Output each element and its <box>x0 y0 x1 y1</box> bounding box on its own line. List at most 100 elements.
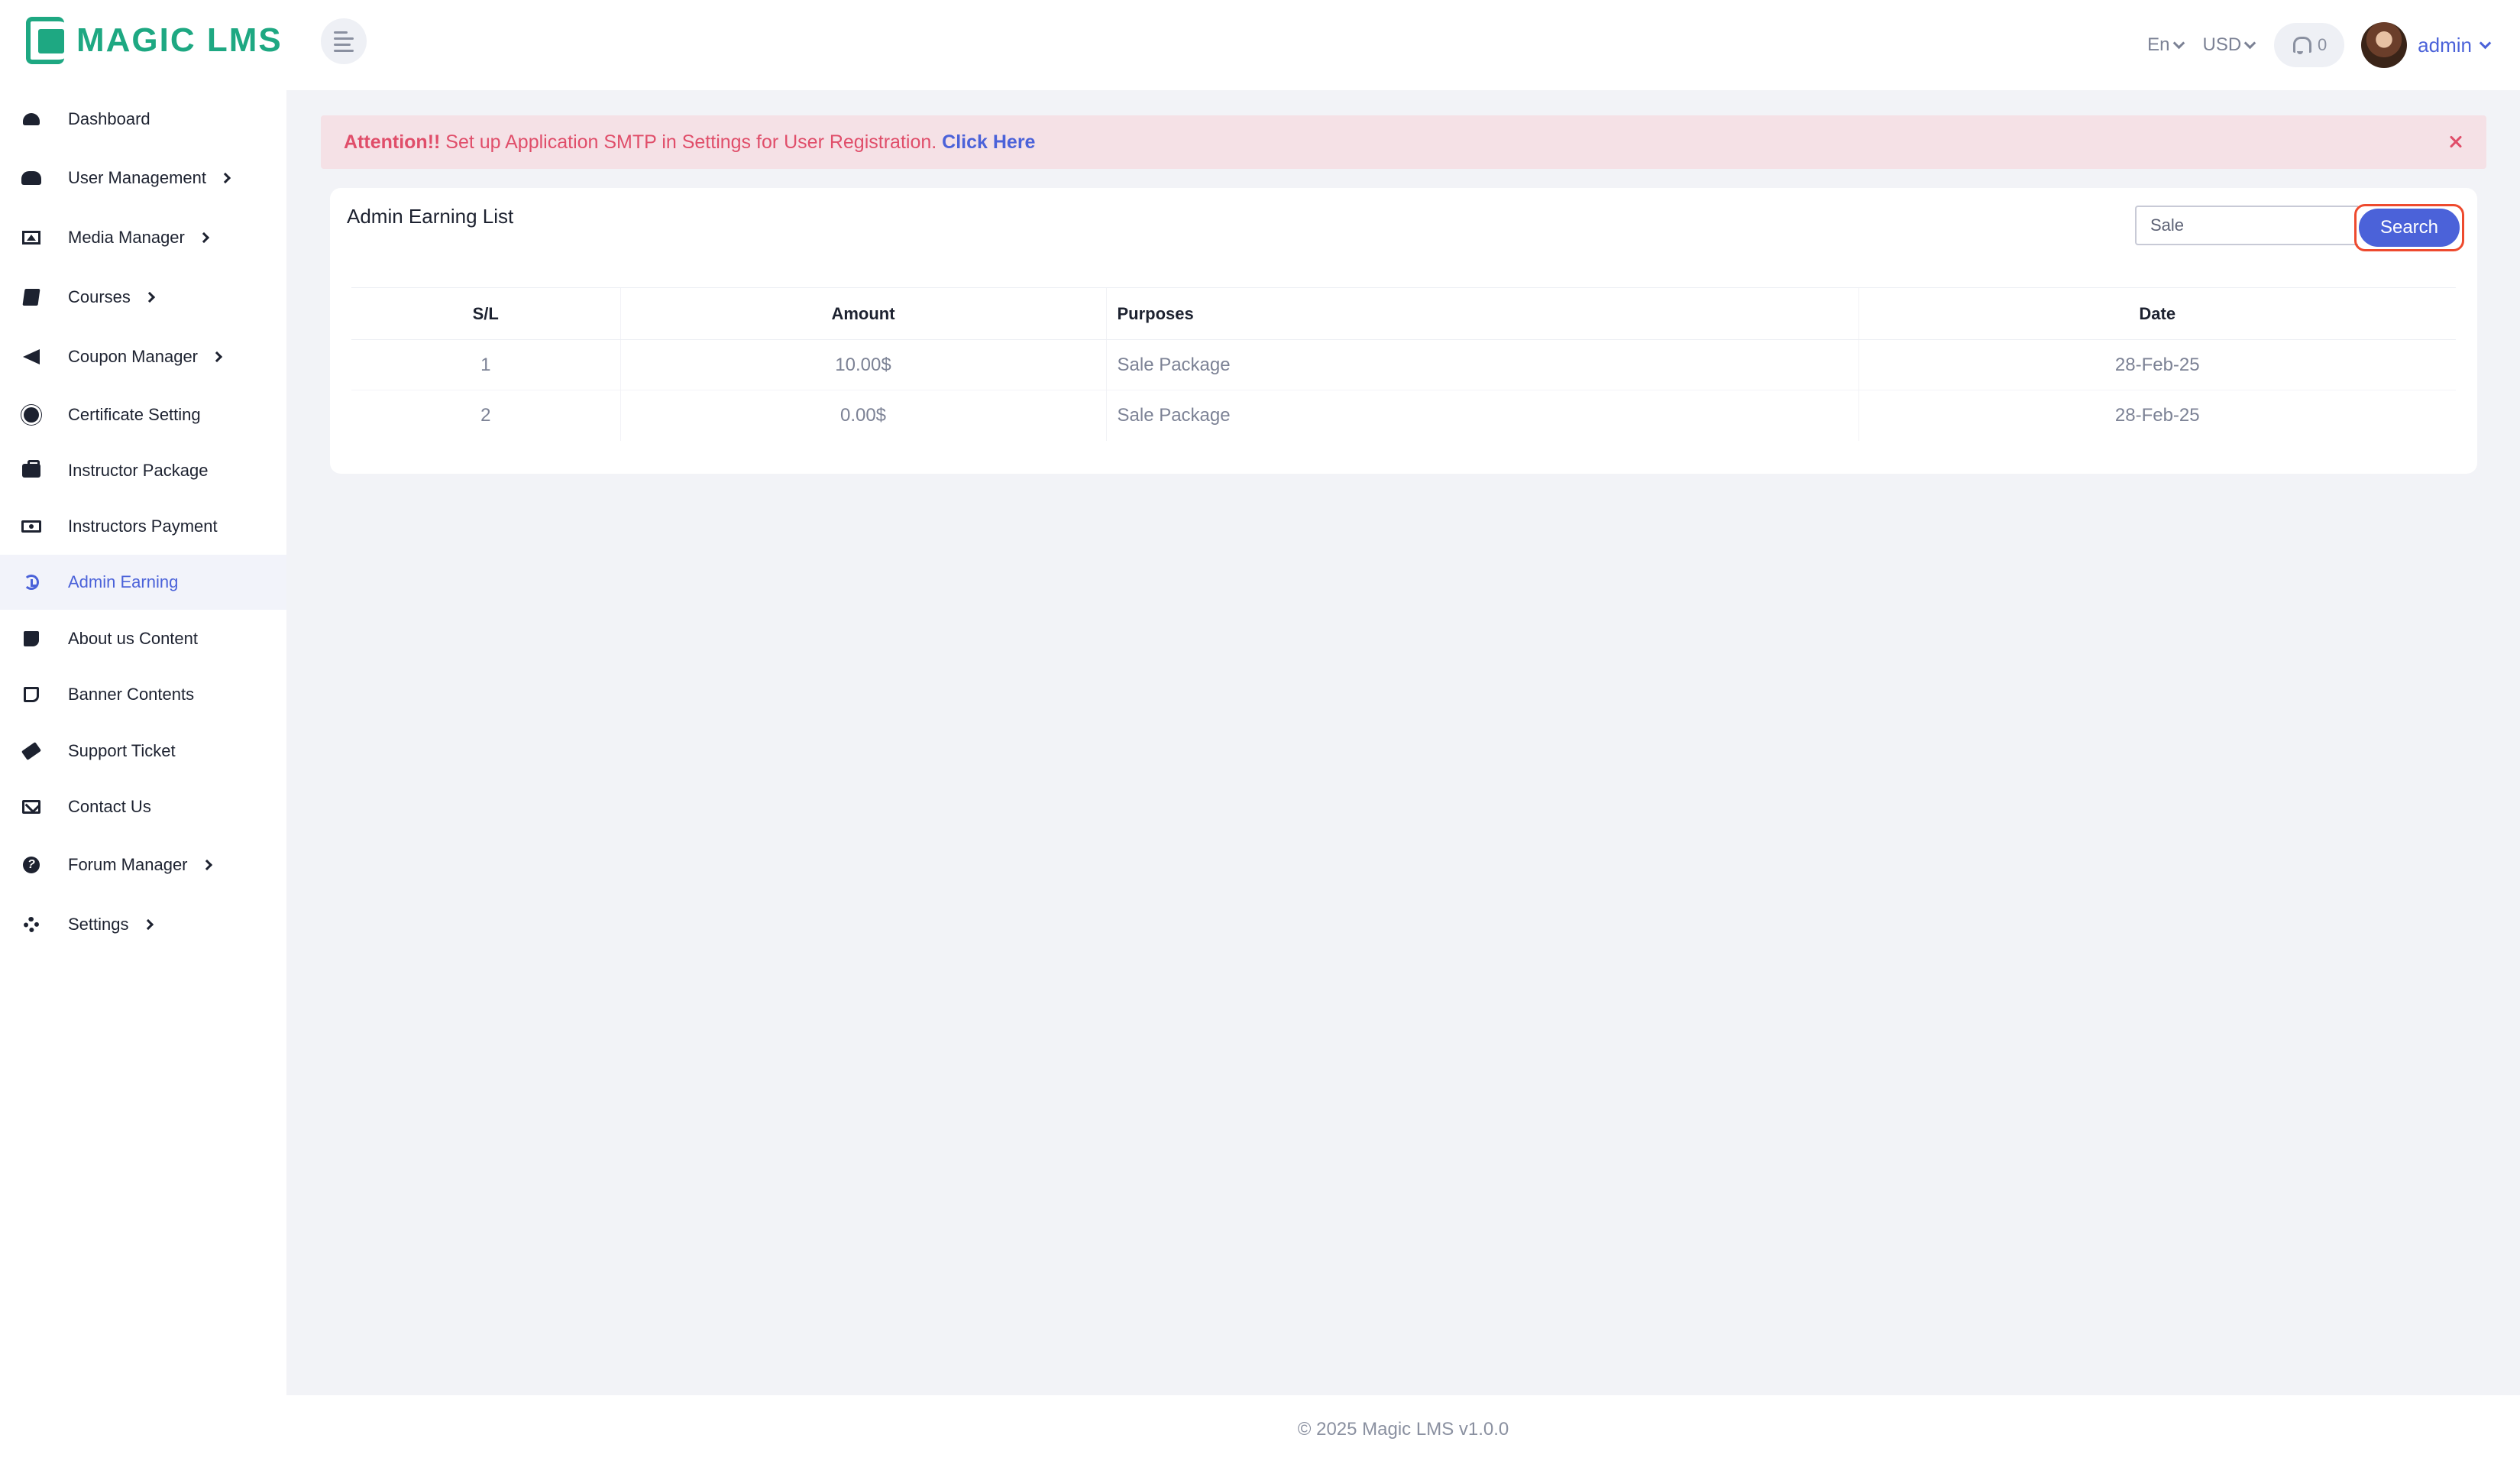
cell-purposes: Sale Package <box>1105 339 1858 390</box>
sidebar-item-label: About us Content <box>68 629 199 648</box>
card-title: Admin Earning List <box>347 205 514 228</box>
alert-strong-text: Attention!! <box>344 131 441 153</box>
briefcase-icon <box>21 460 41 479</box>
certificate-icon <box>21 406 41 423</box>
cell-amount: 0.00$ <box>619 390 1106 441</box>
table-row: 1 10.00$ Sale Package 28-Feb-25 <box>351 339 2456 390</box>
cell-amount: 10.00$ <box>619 339 1106 390</box>
chevron-right-icon <box>144 291 155 303</box>
earning-table: S/L Amount Purposes Date 1 10.00$ Sale P… <box>351 287 2456 441</box>
close-icon[interactable] <box>2447 132 2465 151</box>
sidebar-item-user-management[interactable]: User Management <box>0 151 286 206</box>
column-header-amount: Amount <box>619 287 1106 340</box>
note-icon <box>21 686 41 703</box>
sidebar-item-coupon-manager[interactable]: Coupon Manager <box>0 329 286 384</box>
notification-count: 0 <box>2318 35 2328 54</box>
bell-icon <box>2292 35 2312 55</box>
chevron-right-icon <box>219 172 231 184</box>
sidebar-item-certificate-setting[interactable]: Certificate Setting <box>0 387 286 442</box>
search-input[interactable] <box>2135 206 2358 245</box>
table-header-row: S/L Amount Purposes Date <box>351 287 2456 340</box>
sidebar-item-label: User Management <box>68 168 206 187</box>
language-dropdown[interactable]: En <box>2147 34 2185 56</box>
sidebar-item-label: Banner Contents <box>68 685 195 704</box>
chevron-down-icon <box>2172 37 2185 49</box>
sidebar-item-courses[interactable]: Courses <box>0 270 286 325</box>
sidebar-item-about-us-content[interactable]: About us Content <box>0 611 286 666</box>
sidebar-item-media-manager[interactable]: Media Manager <box>0 210 286 265</box>
user-avatar[interactable] <box>2361 22 2408 68</box>
gear-icon <box>21 916 41 933</box>
dashboard-icon <box>21 111 41 128</box>
envelope-icon <box>21 798 41 815</box>
cell-date: 28-Feb-25 <box>1858 339 2456 390</box>
sidebar: Dashboard User Management Media Manager … <box>0 90 286 1464</box>
sidebar-item-forum-manager[interactable]: ? Forum Manager <box>0 837 286 892</box>
currency-dropdown[interactable]: USD <box>2202 34 2256 56</box>
sidebar-item-label: Media Manager <box>68 228 185 247</box>
footer-copyright: © 2025 Magic LMS v1.0.0 <box>1297 1419 1509 1440</box>
money-icon <box>21 518 41 535</box>
logo-book-icon <box>26 17 64 64</box>
chevron-down-icon <box>2479 37 2492 49</box>
sidebar-item-dashboard[interactable]: Dashboard <box>0 92 286 147</box>
search-button-highlight: Search <box>2354 204 2464 251</box>
cell-sl: 2 <box>351 390 620 441</box>
header-actions: En USD 0 admin <box>2147 0 2492 90</box>
sidebar-item-label: Certificate Setting <box>68 405 201 424</box>
sidebar-item-label: Support Ticket <box>68 741 176 760</box>
language-label: En <box>2147 34 2170 55</box>
sidebar-item-label: Instructors Payment <box>68 517 218 536</box>
sidebar-item-label: Dashboard <box>68 109 150 128</box>
sticky-note-icon <box>21 630 41 647</box>
sidebar-item-label: Settings <box>68 915 129 934</box>
cell-sl: 1 <box>480 354 491 375</box>
sidebar-toggle-button[interactable] <box>321 18 367 64</box>
sidebar-item-label: Courses <box>68 287 131 306</box>
chevron-right-icon <box>211 351 223 363</box>
chevron-right-icon <box>201 859 212 871</box>
sidebar-item-admin-earning[interactable]: Admin Earning <box>0 555 286 610</box>
table-row: 2 0.00$ Sale Package 28-Feb-25 <box>351 390 2456 441</box>
book-icon <box>21 289 41 306</box>
sidebar-item-label: Instructor Package <box>68 461 209 480</box>
smtp-alert: Attention!! Set up Application SMTP in S… <box>321 115 2486 169</box>
brand-logo[interactable]: MAGIC LMS <box>26 15 283 66</box>
top-header: MAGIC LMS En USD 0 admin <box>0 0 2520 90</box>
chevron-down-icon <box>2243 37 2256 49</box>
question-icon: ? <box>21 857 41 873</box>
sidebar-item-instructors-payment[interactable]: Instructors Payment <box>0 499 286 554</box>
alert-body-text: Set up Application SMTP in Settings for … <box>440 131 943 153</box>
column-header-date: Date <box>1858 287 2456 340</box>
column-header-sl: S/L <box>351 287 620 340</box>
sidebar-item-settings[interactable]: Settings <box>0 897 286 952</box>
alert-click-here-link[interactable]: Click Here <box>942 131 1035 153</box>
sidebar-item-label: Contact Us <box>68 797 151 816</box>
admin-earning-card: Admin Earning List Search S/L Amount Pur… <box>330 188 2477 474</box>
image-icon <box>21 229 41 246</box>
sidebar-item-label: Admin Earning <box>68 572 179 591</box>
column-header-purposes: Purposes <box>1105 287 1858 340</box>
alert-message: Attention!! Set up Application SMTP in S… <box>344 131 1035 154</box>
brand-name: MAGIC LMS <box>76 21 283 59</box>
cell-date: 28-Feb-25 <box>1858 390 2456 441</box>
search-button[interactable]: Search <box>2359 209 2460 247</box>
sidebar-item-instructor-package[interactable]: Instructor Package <box>0 443 286 498</box>
chevron-right-icon <box>142 918 154 931</box>
user-name: admin <box>2418 33 2472 57</box>
sidebar-item-label: Coupon Manager <box>68 347 199 366</box>
currency-label: USD <box>2202 34 2242 55</box>
menu-icon <box>334 31 354 52</box>
sidebar-item-banner-contents[interactable]: Banner Contents <box>0 667 286 722</box>
notifications-button[interactable]: 0 <box>2274 23 2345 67</box>
page-footer: © 2025 Magic LMS v1.0.0 <box>286 1395 2520 1464</box>
sidebar-item-label: Forum Manager <box>68 855 188 874</box>
user-menu-dropdown[interactable]: admin <box>2418 33 2492 57</box>
bullhorn-icon <box>21 348 41 365</box>
sidebar-item-contact-us[interactable]: Contact Us <box>0 779 286 834</box>
ticket-icon <box>21 741 42 761</box>
users-icon <box>21 170 41 186</box>
history-icon <box>21 574 41 591</box>
cell-purposes: Sale Package <box>1105 390 1858 441</box>
sidebar-item-support-ticket[interactable]: Support Ticket <box>0 724 286 779</box>
